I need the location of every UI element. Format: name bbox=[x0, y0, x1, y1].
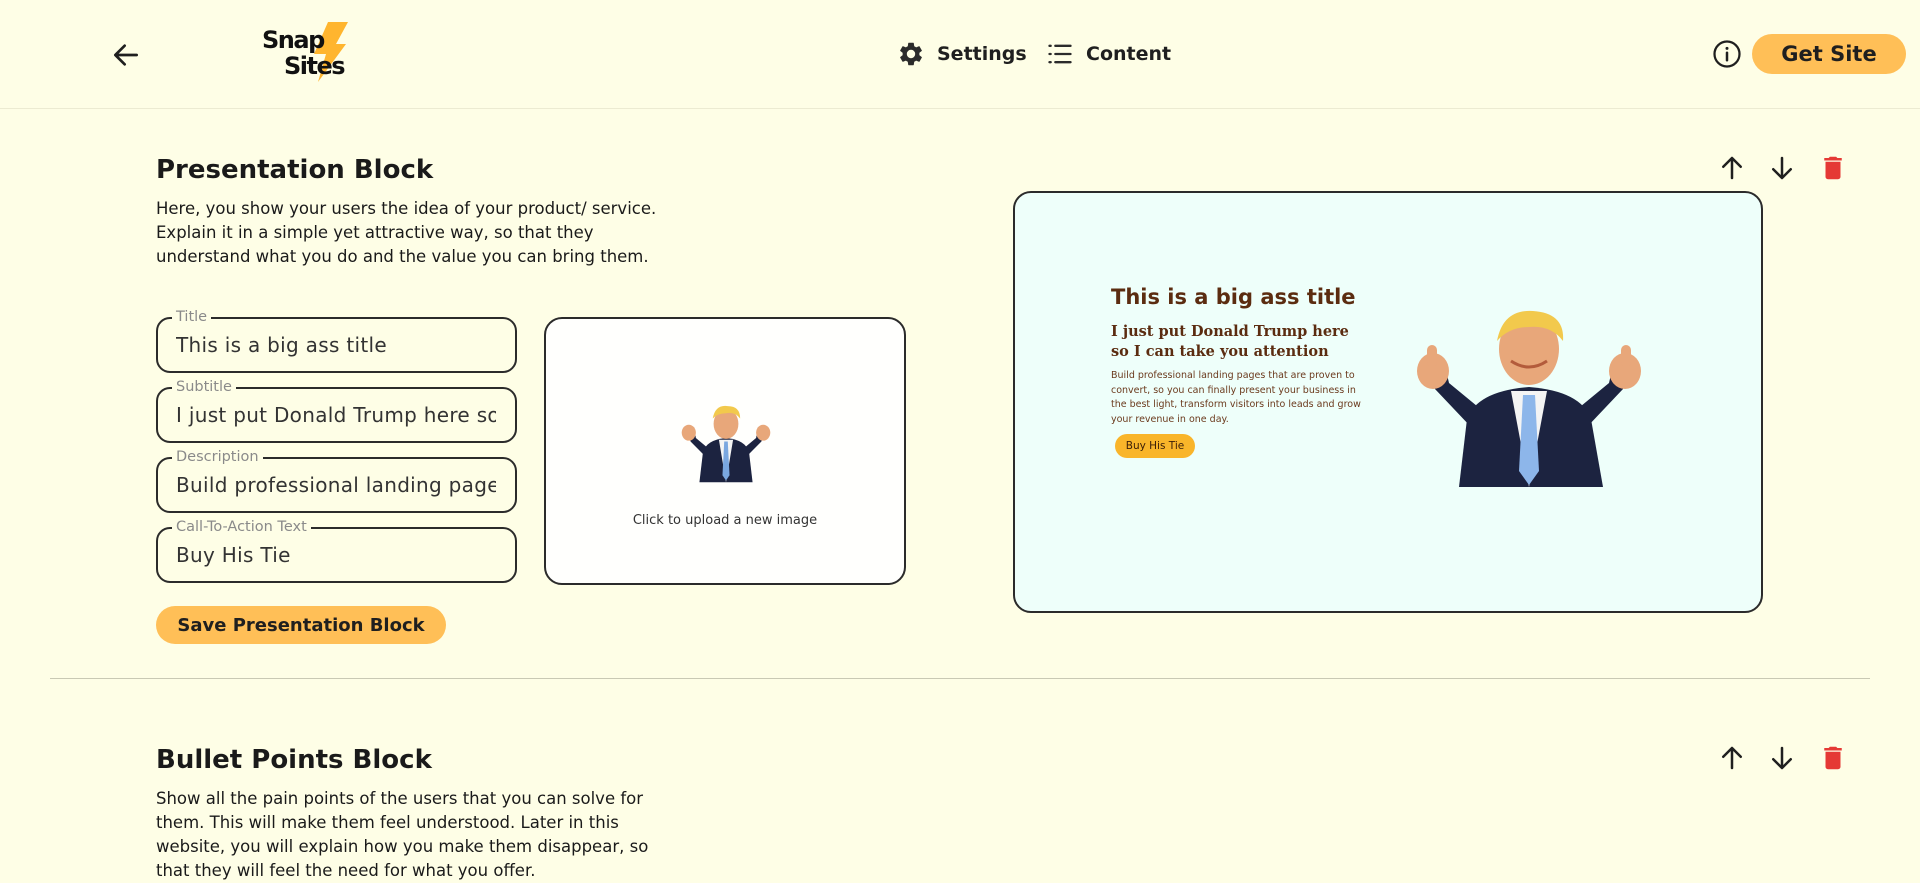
cta-field-label: Call-To-Action Text bbox=[172, 518, 311, 536]
arrow-left-icon[interactable] bbox=[110, 39, 142, 71]
description-field-label: Description bbox=[172, 448, 263, 466]
top-header: Snap Sites Settings Content Get Site bbox=[0, 0, 1920, 109]
description-field: Description bbox=[156, 448, 517, 513]
snapsites-logo[interactable]: Snap Sites bbox=[258, 22, 348, 84]
cta-input[interactable] bbox=[176, 540, 496, 570]
gear-icon bbox=[900, 42, 922, 66]
preview-title: This is a big ass title bbox=[1111, 285, 1356, 309]
bullet-points-block-title: Bullet Points Block bbox=[156, 745, 432, 775]
arrow-up-icon[interactable] bbox=[1717, 743, 1747, 773]
person-thumbs-up-image bbox=[681, 405, 771, 483]
description-input[interactable] bbox=[176, 470, 496, 500]
subtitle-field-label: Subtitle bbox=[172, 378, 236, 396]
nav-settings[interactable]: Settings bbox=[897, 36, 1027, 72]
upload-instruction: Click to upload a new image bbox=[632, 513, 818, 528]
nav-settings-label: Settings bbox=[937, 43, 1027, 65]
block-divider bbox=[50, 678, 1870, 679]
presentation-block-description: Here, you show your users the idea of yo… bbox=[156, 199, 657, 266]
arrow-down-icon[interactable] bbox=[1767, 153, 1797, 183]
title-input[interactable] bbox=[176, 330, 496, 360]
preview-person-image bbox=[1417, 310, 1641, 487]
arrow-up-icon[interactable] bbox=[1717, 153, 1747, 183]
title-field-label: Title bbox=[172, 308, 212, 326]
subtitle-input[interactable] bbox=[176, 400, 496, 430]
preview-subtitle: I just put Donald Trump here so I can ta… bbox=[1111, 323, 1349, 360]
logo-text-line1: Snap bbox=[262, 26, 325, 54]
subtitle-field: Subtitle bbox=[156, 378, 517, 443]
save-presentation-block-button[interactable]: Save Presentation Block bbox=[156, 606, 446, 644]
presentation-preview: This is a big ass title I just put Donal… bbox=[1013, 191, 1763, 613]
logo-text-line2: Sites bbox=[284, 52, 346, 80]
nav-content[interactable]: Content bbox=[1046, 36, 1171, 72]
title-field: Title bbox=[156, 308, 517, 373]
cta-field: Call-To-Action Text bbox=[156, 518, 517, 583]
trash-icon[interactable] bbox=[1818, 743, 1848, 773]
info-icon[interactable] bbox=[1712, 39, 1742, 69]
preview-cta-button[interactable]: Buy His Tie bbox=[1115, 434, 1195, 458]
presentation-block-title: Presentation Block bbox=[156, 155, 434, 185]
bullet-points-block-description: Show all the pain points of the users th… bbox=[156, 789, 649, 880]
image-upload-area[interactable]: Click to upload a new image bbox=[544, 317, 906, 585]
arrow-down-icon[interactable] bbox=[1767, 743, 1797, 773]
preview-description: Build professional landing pages that ar… bbox=[1111, 370, 1361, 425]
get-site-button[interactable]: Get Site bbox=[1752, 34, 1906, 74]
trash-icon[interactable] bbox=[1818, 153, 1848, 183]
nav-content-label: Content bbox=[1086, 43, 1172, 65]
list-icon bbox=[1048, 44, 1072, 64]
